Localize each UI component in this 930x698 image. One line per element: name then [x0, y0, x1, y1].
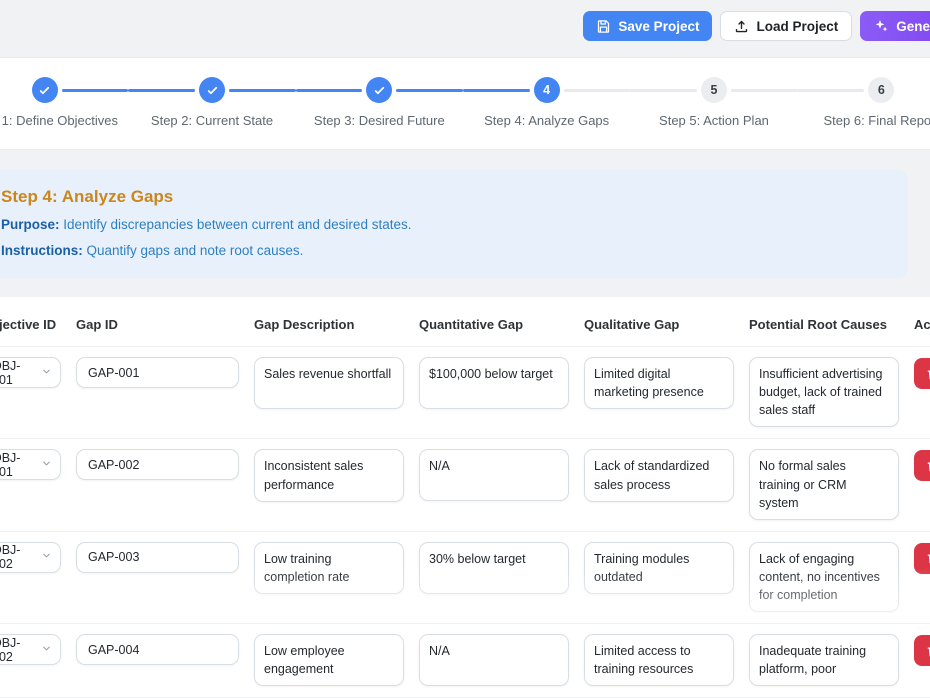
upload-icon: [734, 19, 749, 34]
step-2-label: Step 2: Current State: [151, 113, 273, 128]
gap-id-input[interactable]: [76, 357, 239, 388]
delete-row-button[interactable]: [914, 450, 930, 481]
table-row: OBJ-001 Inconsistent sales performance N…: [0, 439, 930, 531]
gap-id-input[interactable]: [76, 634, 239, 665]
gap-id-input[interactable]: [76, 449, 239, 480]
delete-row-button[interactable]: [914, 543, 930, 574]
trash-icon: [926, 551, 930, 565]
check-icon: [38, 84, 51, 97]
toolbar: Save Project Load Project Generate Repor…: [0, 0, 930, 57]
instructions-label: Instructions:: [1, 243, 83, 258]
objective-id-select[interactable]: OBJ-001: [0, 449, 61, 480]
purpose-label: Purpose:: [1, 217, 60, 232]
app-container: Save Project Load Project Generate Repor…: [0, 0, 930, 698]
stepper: 1 Step 1: Define Objectives 2 Step 2: Cu…: [0, 77, 930, 128]
chevron-down-icon: [41, 458, 52, 472]
step-info-panel: Step 4: Analyze Gaps Purpose: Identify d…: [0, 170, 908, 278]
gap-id-input[interactable]: [76, 542, 239, 573]
delete-row-button[interactable]: [914, 635, 930, 666]
step-4-label: Step 4: Analyze Gaps: [484, 113, 609, 128]
header-quantitative-gap: Quantitative Gap: [419, 317, 569, 332]
quantitative-gap-textarea[interactable]: N/A: [419, 449, 569, 501]
header-root-causes: Potential Root Causes: [749, 317, 899, 332]
step-title: Step 4: Analyze Gaps: [1, 185, 888, 209]
step-4-circle: 4: [534, 77, 560, 103]
objective-id-select[interactable]: OBJ-001: [0, 357, 61, 388]
header-gap-id: Gap ID: [76, 317, 239, 332]
root-causes-textarea[interactable]: Lack of engaging content, no incentives …: [749, 542, 899, 612]
step-1-label: Step 1: Define Objectives: [0, 113, 118, 128]
gaps-table: Objective ID Gap ID Gap Description Quan…: [0, 297, 930, 698]
qualitative-gap-textarea[interactable]: Lack of standardized sales process: [584, 449, 734, 501]
step-1-circle: 1: [32, 77, 58, 103]
gap-description-textarea[interactable]: Low training completion rate: [254, 542, 404, 594]
step-5-label: Step 5: Action Plan: [659, 113, 769, 128]
gap-description-textarea[interactable]: Sales revenue shortfall: [254, 357, 404, 409]
header-objective-id: Objective ID: [0, 317, 61, 332]
trash-icon: [926, 367, 930, 381]
qualitative-gap-textarea[interactable]: Training modules outdated: [584, 542, 734, 594]
sparkles-icon: [873, 18, 889, 34]
qualitative-gap-textarea[interactable]: Limited digital marketing presence: [584, 357, 734, 409]
quantitative-gap-textarea[interactable]: 30% below target: [419, 542, 569, 594]
step-6-label: Step 6: Final Report: [823, 113, 930, 128]
check-icon: [373, 84, 386, 97]
step-3-label: Step 3: Desired Future: [314, 113, 445, 128]
stepper-step-2[interactable]: 2 Step 2: Current State: [128, 77, 295, 128]
instructions-line: Instructions: Quantify gaps and note roo…: [1, 241, 888, 261]
stepper-step-1[interactable]: 1 Step 1: Define Objectives: [0, 77, 128, 128]
root-causes-textarea[interactable]: No formal sales training or CRM system: [749, 449, 899, 519]
generate-report-button[interactable]: Generate Report: [860, 11, 930, 41]
table-row: OBJ-002 Low training completion rate 30%…: [0, 532, 930, 624]
load-project-button[interactable]: Load Project: [720, 11, 852, 41]
quantitative-gap-textarea[interactable]: $100,000 below target: [419, 357, 569, 409]
root-causes-textarea[interactable]: Insufficient advertising budget, lack of…: [749, 357, 899, 427]
trash-icon: [926, 459, 930, 473]
stepper-step-3[interactable]: 3 Step 3: Desired Future: [296, 77, 463, 128]
step-3-circle: 3: [366, 77, 392, 103]
table-row: OBJ-001 Sales revenue shortfall $100,000…: [0, 347, 930, 439]
chevron-down-icon: [41, 643, 52, 657]
step-5-circle: 5: [701, 77, 727, 103]
root-causes-textarea[interactable]: Inadequate training platform, poor: [749, 634, 899, 686]
stepper-step-4[interactable]: 4 Step 4: Analyze Gaps: [463, 77, 630, 128]
gap-description-textarea[interactable]: Low employee engagement: [254, 634, 404, 686]
table-header-row: Objective ID Gap ID Gap Description Quan…: [0, 309, 930, 347]
stepper-card: 1 Step 1: Define Objectives 2 Step 2: Cu…: [0, 57, 930, 150]
chevron-down-icon: [41, 366, 52, 380]
qualitative-gap-textarea[interactable]: Limited access to training resources: [584, 634, 734, 686]
delete-row-button[interactable]: [914, 358, 930, 389]
objective-id-select[interactable]: OBJ-002: [0, 634, 61, 665]
header-gap-description: Gap Description: [254, 317, 404, 332]
quantitative-gap-textarea[interactable]: N/A: [419, 634, 569, 686]
header-qualitative-gap: Qualitative Gap: [584, 317, 734, 332]
objective-id-select[interactable]: OBJ-002: [0, 542, 61, 573]
table-row: OBJ-002 Low employee engagement N/A Limi…: [0, 624, 930, 698]
chevron-down-icon: [41, 550, 52, 564]
check-icon: [206, 84, 219, 97]
header-actions: Actions: [914, 317, 930, 332]
stepper-step-5[interactable]: 5 Step 5: Action Plan: [630, 77, 797, 128]
save-icon: [596, 19, 611, 34]
step-2-circle: 2: [199, 77, 225, 103]
save-project-button[interactable]: Save Project: [583, 11, 712, 41]
trash-icon: [926, 644, 930, 658]
gap-description-textarea[interactable]: Inconsistent sales performance: [254, 449, 404, 501]
step-6-circle: 6: [868, 77, 894, 103]
stepper-step-6[interactable]: 6 Step 6: Final Report: [798, 77, 930, 128]
purpose-line: Purpose: Identify discrepancies between …: [1, 215, 888, 235]
